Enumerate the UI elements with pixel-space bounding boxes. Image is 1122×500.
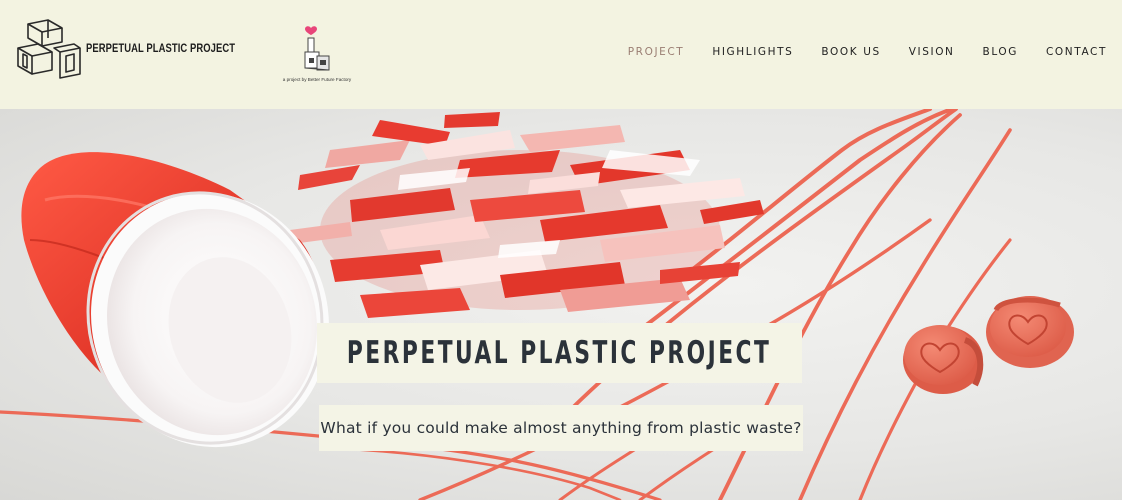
partner-logo[interactable]: a project by Better Future Factory	[271, 22, 363, 86]
site-logo[interactable]: PERPETUAL PLASTIC PROJECT	[14, 18, 268, 84]
nav-book-us[interactable]: BOOK US	[821, 46, 880, 58]
heart-rings	[903, 296, 1074, 394]
main-nav: PROJECT HIGHLIGHTS BOOK US VISION BLOG C…	[600, 46, 1107, 58]
nav-project[interactable]: PROJECT	[628, 46, 685, 58]
nav-blog[interactable]: BLOG	[983, 46, 1018, 58]
nav-contact[interactable]: CONTACT	[1046, 46, 1107, 58]
red-plastic-cup	[21, 152, 329, 448]
perpetual-loop-logo-icon	[17, 19, 81, 79]
better-future-factory-icon	[304, 26, 330, 71]
nav-highlights[interactable]: HIGHLIGHTS	[712, 46, 793, 58]
site-header: PERPETUAL PLASTIC PROJECT a project by B…	[0, 0, 1122, 109]
hero-title-box: PERPETUAL PLASTIC PROJECT	[317, 323, 802, 383]
logo-text: PERPETUAL PLASTIC PROJECT	[86, 43, 236, 55]
partner-caption: a project by Better Future Factory	[282, 77, 352, 82]
nav-vision[interactable]: VISION	[909, 46, 955, 58]
hero-subtitle-box: What if you could make almost anything f…	[319, 405, 803, 451]
hero-subtitle: What if you could make almost anything f…	[320, 419, 802, 437]
hero-title: PERPETUAL PLASTIC PROJECT	[347, 335, 772, 371]
hero-banner: PERPETUAL PLASTIC PROJECT What if you co…	[0, 109, 1122, 500]
